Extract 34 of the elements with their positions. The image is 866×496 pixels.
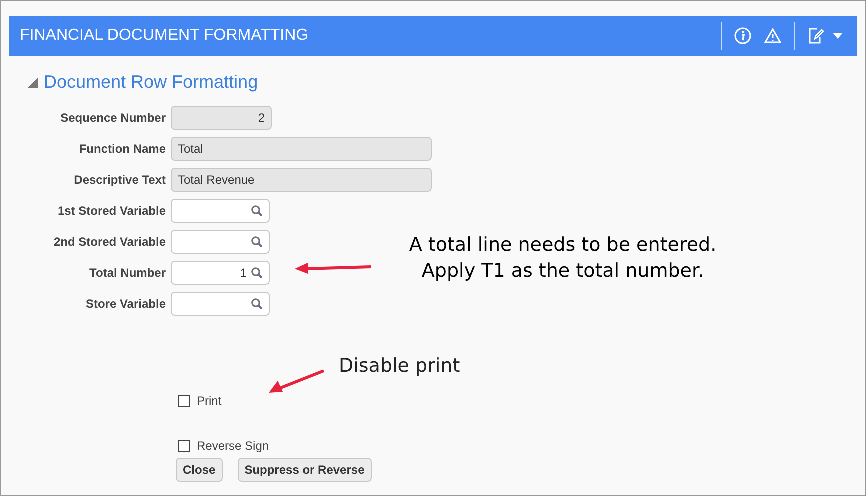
search-icon[interactable]: [251, 298, 263, 310]
lookup-field[interactable]: 1: [171, 261, 270, 285]
field-label: 1st Stored Variable: [56, 203, 167, 220]
field-label: Total Number: [88, 265, 167, 282]
callout-text: A total line needs to be entered. Apply T1 as the total number.: [408, 233, 718, 284]
warning-icon[interactable]: [764, 28, 782, 44]
field-label: 2nd Stored Variable: [52, 234, 167, 251]
field-label: Sequence Number: [60, 110, 167, 127]
lookup-field[interactable]: [171, 292, 270, 316]
section-title[interactable]: Document Row Formatting: [44, 69, 258, 96]
action-button[interactable]: Close: [176, 458, 223, 482]
callout-text: Disable print: [339, 354, 460, 379]
lookup-field[interactable]: [171, 230, 270, 254]
info-icon[interactable]: [734, 27, 752, 45]
lookup-field[interactable]: [171, 199, 270, 223]
checkbox[interactable]: [178, 440, 190, 452]
action-button[interactable]: Suppress or Reverse: [238, 458, 372, 482]
search-icon[interactable]: [251, 205, 263, 217]
field-label: Descriptive Text: [73, 172, 167, 189]
field-label: Function Name: [78, 141, 167, 158]
caret-icon[interactable]: [833, 33, 843, 39]
triangle-icon[interactable]: [28, 78, 38, 88]
input-field[interactable]: Total Revenue: [171, 168, 432, 192]
input-field[interactable]: Total: [171, 137, 432, 161]
checkbox-label: Reverse Sign: [197, 438, 270, 455]
search-icon[interactable]: [251, 267, 263, 279]
sequence-number-field[interactable]: 2: [171, 106, 272, 130]
window-title: FINANCIAL DOCUMENT FORMATTING: [20, 26, 310, 46]
edit-icon[interactable]: [807, 27, 825, 45]
field-label: Store Variable: [84, 296, 167, 313]
arrow: [267, 369, 325, 395]
checkbox-label: Print: [197, 393, 222, 410]
search-icon[interactable]: [251, 236, 263, 248]
checkbox[interactable]: [178, 395, 190, 407]
